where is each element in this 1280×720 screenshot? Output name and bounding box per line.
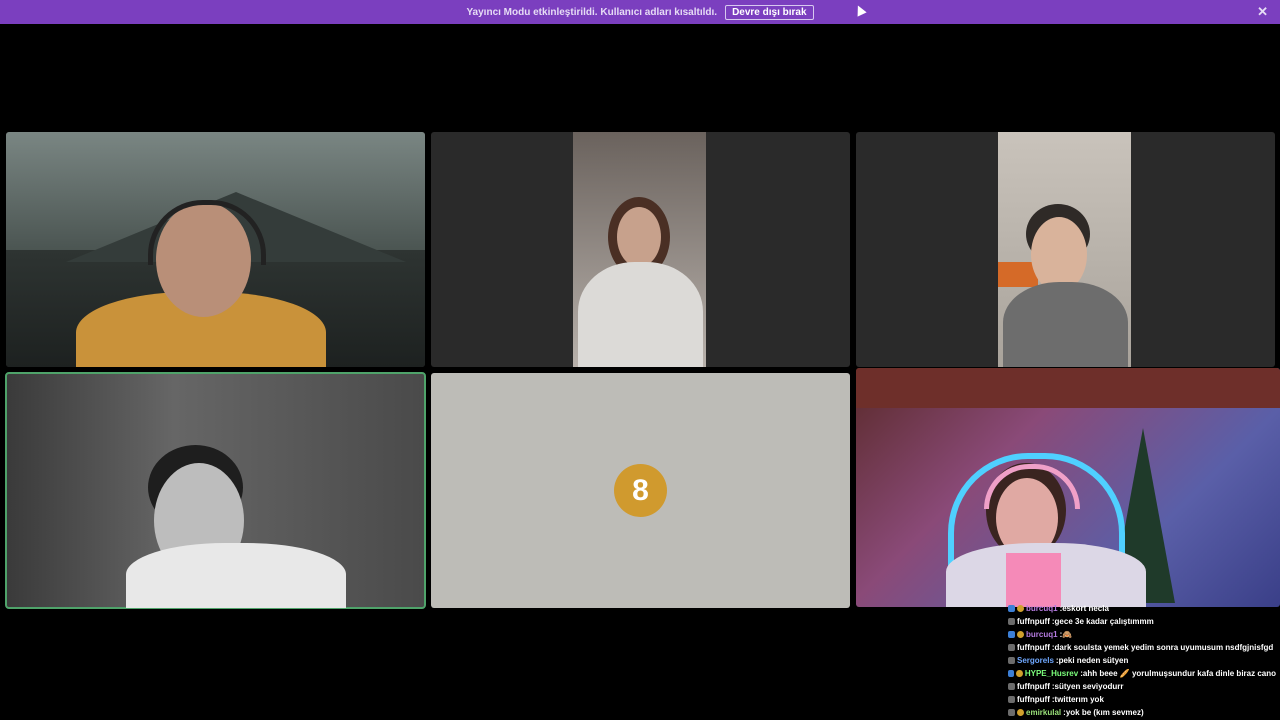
chat-username[interactable]: fuffnpuff [1017,680,1050,693]
subscriber-badge-icon [1017,631,1024,638]
participant-body [1003,282,1128,367]
close-icon[interactable]: ✕ [1257,5,1268,18]
streamer-mode-banner: Yayıncı Modu etkinleştirildi. Kullanıcı … [0,0,1280,24]
moderator-badge-icon [1008,605,1015,612]
chat-username[interactable]: emirkulal [1026,706,1061,719]
chat-message: fuffnpuff : dark soulsta yemek yedim son… [1008,641,1276,654]
chat-message: HYPE_Husrev : ahh beee 🥖 yorulmuşsundur … [1008,667,1276,680]
chat-username[interactable]: burcuq1 [1026,628,1058,641]
chat-text: gece 3e kadar çalıştımmm [1054,617,1154,626]
chat-text: yok be (kım sevmez) [1065,708,1144,717]
subscriber-badge-icon [1016,670,1023,677]
chat-username[interactable]: HYPE_Husrev [1025,667,1078,680]
chat-message: fuffnpuff : twitterım yok [1008,693,1276,706]
chat-text: twitterım yok [1054,695,1104,704]
chat-username[interactable]: fuffnpuff [1017,693,1050,706]
banner-text: Yayıncı Modu etkinleştirildi. Kullanıcı … [466,6,718,18]
chat-text: eskort necla [1062,604,1109,613]
video-tile-participant-2[interactable] [431,132,850,367]
badge-icon [1008,618,1015,625]
chat-overlay: burcuq1 : eskort necla fuffnpuff : gece … [1008,602,1276,719]
chat-message: burcuq1 : eskort necla [1008,602,1276,615]
camera-feed [573,132,706,367]
chat-text: 🙈 [1062,630,1073,639]
chat-username[interactable]: Sergorels [1017,654,1054,667]
participant-body [578,262,703,367]
avatar-tile-participant-5[interactable]: 8 [431,373,850,608]
chat-text: sütyen seviyodurr [1054,682,1124,691]
chat-message: fuffnpuff : sütyen seviyodurr [1008,680,1276,693]
chat-message: fuffnpuff : gece 3e kadar çalıştımmm [1008,615,1276,628]
badge-icon [1008,709,1015,716]
chat-text: peki neden sütyen [1058,656,1129,665]
background-ceiling [856,368,1280,408]
video-tile-participant-3[interactable] [856,132,1275,367]
camera-feed [998,132,1131,367]
participant-head [1031,217,1087,292]
participant-shirt [1006,553,1061,607]
badge-icon [1008,683,1015,690]
badge-icon [1008,657,1015,664]
disable-streamer-mode-button[interactable]: Devre dışı bırak [725,4,814,20]
subscriber-badge-icon [1017,605,1024,612]
video-tile-participant-6[interactable] [856,368,1280,607]
participant-body [126,543,346,608]
moderator-badge-icon [1008,670,1015,677]
avatar: 8 [614,464,667,517]
video-tile-participant-4[interactable] [5,372,426,609]
chat-username[interactable]: fuffnpuff [1017,615,1050,628]
chat-username[interactable]: fuffnpuff [1017,641,1050,654]
video-tile-participant-1[interactable] [6,132,425,367]
chat-message: burcuq1 : 🙈 [1008,628,1276,641]
participant-head [617,207,661,267]
chat-text: ahh beee 🥖 yorulmuşsundur kafa dinle bir… [1082,669,1276,678]
subscriber-badge-icon [1017,709,1024,716]
badge-icon [1008,644,1015,651]
moderator-badge-icon [1008,631,1015,638]
chat-text: dark soulsta yemek yedim sonra uyumusum … [1054,643,1274,652]
chat-username[interactable]: burcuq1 [1026,602,1058,615]
badge-icon [1008,696,1015,703]
chat-message: Sergorels : peki neden sütyen [1008,654,1276,667]
chat-message: emirkulal : yok be (kım sevmez) [1008,706,1276,719]
